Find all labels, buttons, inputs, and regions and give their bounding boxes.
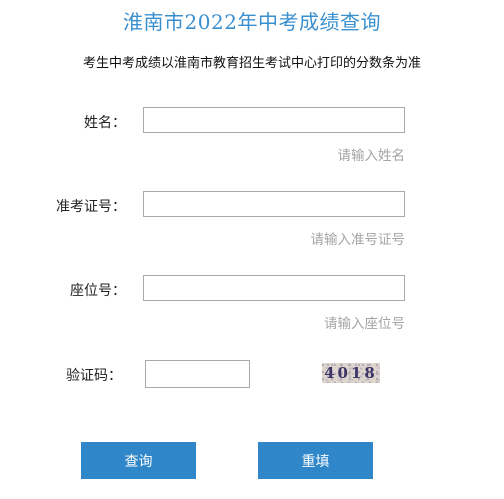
name-label: 姓名： (84, 115, 126, 131)
name-hint: 请输入姓名 (337, 148, 406, 164)
page-title: 淮南市2022年中考成绩查询 (123, 10, 381, 34)
exam-number-label: 准考证号： (56, 199, 126, 215)
seat-number-label: 座位号： (70, 283, 126, 299)
query-button[interactable]: 查询 (81, 442, 196, 479)
seat-number-input[interactable] (143, 275, 405, 301)
seat-number-hint: 请输入座位号 (324, 316, 405, 332)
name-input[interactable] (143, 107, 405, 133)
reset-button[interactable]: 重填 (258, 442, 373, 479)
verify-code-input[interactable] (145, 360, 250, 388)
exam-number-hint: 请输入准号证号 (310, 232, 406, 248)
verify-code-label: 验证码： (66, 368, 122, 384)
captcha-image[interactable]: 4018 (322, 363, 380, 383)
page-notice: 考生中考成绩以淮南市教育招生考试中心打印的分数条为准 (82, 56, 421, 71)
exam-number-input[interactable] (143, 191, 405, 217)
